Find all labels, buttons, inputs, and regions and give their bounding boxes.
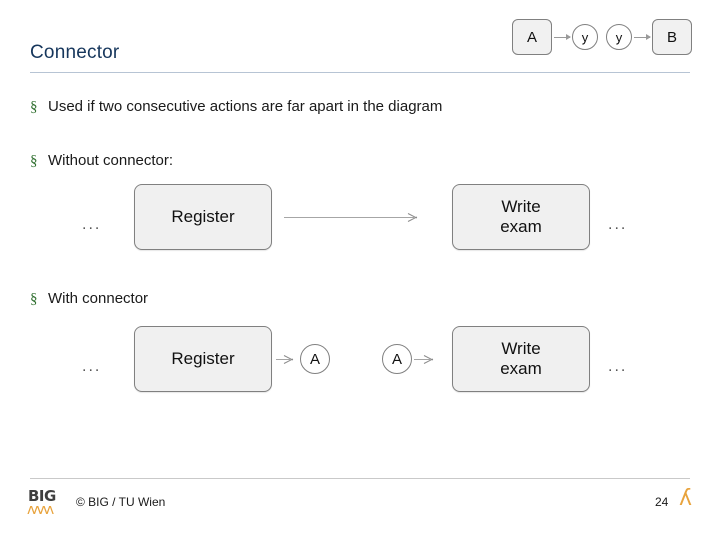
flow1-node-write-exam-line2: exam: [500, 217, 542, 236]
header-arrow-1: [554, 34, 571, 40]
header-arrow-2: [634, 34, 651, 40]
bullet-item-3: § With connector: [30, 290, 148, 308]
flow1-arrow-head-icon: [408, 212, 417, 222]
bullet-item-2: § Without connector:: [30, 152, 173, 170]
header-box-b: B: [652, 19, 692, 55]
flow2-node-write-exam-line1: Write: [501, 339, 541, 359]
flow2-node-write-exam-line2: exam: [500, 359, 542, 378]
bullet-text-2: Without connector:: [48, 152, 174, 169]
header-circle-y-left: y: [572, 24, 598, 50]
flow-with-connector: ... Register A A Write exam ...: [60, 324, 680, 410]
bullet-marker-icon: §: [30, 99, 38, 115]
page-title: Connector: [30, 42, 120, 63]
slide: Connector A y y B § Used if two consecut…: [0, 0, 720, 540]
page-number: 24: [655, 495, 669, 509]
big-logo-figures-icon: ʌʌʌʌ: [27, 502, 54, 518]
flow1-arrow-line: [284, 217, 414, 218]
flow2-node-register: Register: [134, 326, 272, 392]
flow2-connector-out: A: [300, 344, 330, 374]
bullet-marker-icon: §: [30, 291, 38, 307]
header-circle-y-right: y: [606, 24, 632, 50]
flow2-arrow-head-2-icon: [424, 354, 433, 364]
flow1-right-ellipsis: ...: [608, 216, 628, 233]
header-box-a: A: [512, 19, 552, 55]
flow1-node-write-exam: Write exam: [452, 184, 590, 250]
header-diagram: A y y B: [512, 19, 692, 63]
flow1-node-register: Register: [134, 184, 272, 250]
flow2-right-ellipsis: ...: [608, 358, 628, 375]
bullet-text-1: Used if two consecutive actions are far …: [48, 98, 443, 115]
flow2-left-ellipsis: ...: [82, 358, 102, 375]
title-divider: [30, 72, 690, 73]
footer-copyright: © BIG / TU Wien: [76, 495, 166, 509]
bullet-marker-icon: §: [30, 153, 38, 169]
flow-without-connector: ... Register Write exam ...: [60, 182, 680, 268]
bullet-item-1: § Used if two consecutive actions are fa…: [30, 98, 442, 116]
flow1-node-write-exam-line1: Write: [501, 197, 541, 217]
flow2-connector-in: A: [382, 344, 412, 374]
flow2-arrow-head-1-icon: [284, 354, 293, 364]
tu-wien-mark-icon: ʎ: [679, 486, 693, 511]
bullet-text-3: With connector: [48, 290, 149, 307]
footer-divider: [30, 478, 690, 479]
flow1-left-ellipsis: ...: [82, 216, 102, 233]
flow2-node-write-exam: Write exam: [452, 326, 590, 392]
